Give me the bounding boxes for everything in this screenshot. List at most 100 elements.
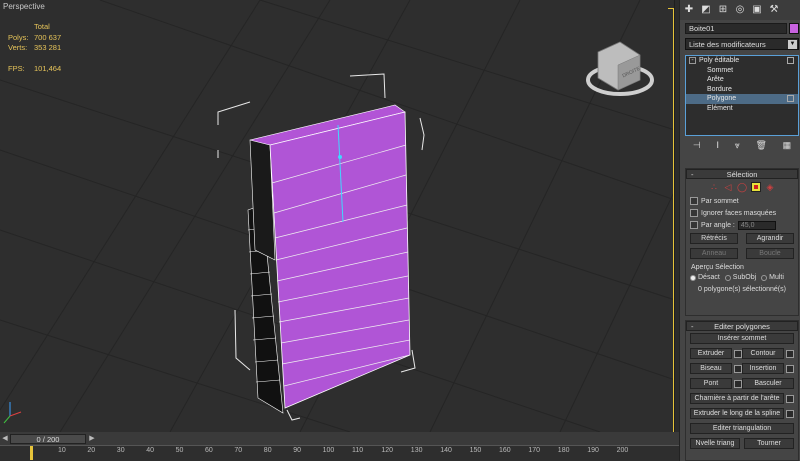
stack-item-element[interactable]: Elément [686,104,798,114]
vertex-mode-icon[interactable]: ∴ [709,182,719,192]
inset-button[interactable]: Insertion [742,363,784,374]
box-object[interactable] [247,104,411,414]
tick-label: 90 [293,447,301,454]
by-vertex-checkbox[interactable]: Par sommet [686,195,798,207]
selection-rollout-header[interactable]: - Sélection [686,169,798,179]
stack-item-label: Sommet [707,66,734,74]
tick-label: 60 [205,447,213,454]
show-end-result-icon[interactable]: Ⅰ [716,140,719,152]
stack-toggle-icon[interactable] [787,57,794,64]
stack-item-vertex[interactable]: Sommet [686,66,798,76]
hinge-settings-icon[interactable] [786,394,794,403]
shrink-button[interactable]: Rétrécis [690,233,738,244]
timeline[interactable]: ◀ 0 / 200 ▶ 10 20 30 40 50 60 70 80 90 100 110 120 1… [0,432,680,461]
chevron-down-icon[interactable]: ▼ [788,40,797,49]
preview-off-label: Désact [698,274,720,281]
ring-button[interactable]: Anneau [690,248,738,259]
preview-selection-label: Aperçu Sélection [691,264,744,271]
stack-item-label: Arête [707,76,724,83]
motion-tab-icon[interactable]: ◎ [733,3,747,17]
preview-selection-radios: Désact SubObj Multi [686,272,798,283]
angle-spinner[interactable]: 45,0 [737,220,776,230]
axis-tripod [3,402,22,424]
bevel-settings-icon[interactable] [734,364,742,373]
display-tab-icon[interactable]: ▣ [750,3,764,17]
stack-item-border[interactable]: Bordure [686,85,798,95]
stack-toggle-icon[interactable] [787,95,794,102]
collapse-icon[interactable]: - [689,57,696,64]
scene-canvas[interactable]: DROITE [0,0,675,432]
tick-label: 180 [557,447,570,454]
bevel-button[interactable]: Biseau [690,363,732,374]
selection-status: 0 polygone(s) sélectionné(s) [698,286,786,293]
bridge-button[interactable]: Pont [690,378,732,389]
track-bar[interactable] [0,445,680,461]
stack-tools: ⊣ Ⅰ ⩔ 🗑 ▦ [685,140,799,152]
pin-stack-icon[interactable]: ⊣ [693,140,701,152]
viewport-label[interactable]: Perspective [3,2,45,11]
by-angle-checkbox[interactable]: Par angle :45,0 [686,219,798,231]
edge-mode-icon[interactable]: ◁ [723,182,733,192]
turn-button[interactable]: Tourner [744,438,794,449]
object-color-swatch[interactable] [789,23,799,34]
element-mode-icon[interactable]: ◈ [765,182,775,192]
time-slider[interactable]: 0 / 200 [10,434,86,444]
border-mode-icon[interactable]: ◯ [737,182,747,192]
outline-settings-icon[interactable] [786,349,794,358]
make-unique-icon[interactable]: ⩔ [735,140,740,152]
edit-triangulation-button[interactable]: Editer triangulation [690,423,794,434]
tick-label: 40 [146,447,154,454]
time-marker[interactable] [30,446,33,460]
edit-polygons-header[interactable]: - Editer polygones [686,321,798,331]
grow-button[interactable]: Agrandir [746,233,794,244]
flip-button[interactable]: Basculer [742,378,794,389]
tick-label: 160 [499,447,511,454]
hinge-from-edge-button[interactable]: Charnière à partir de l'arête [690,393,784,404]
utilities-tab-icon[interactable]: ⚒ [767,3,781,17]
modifier-stack[interactable]: - Poly éditable Sommet Arête Bordure Pol… [685,55,799,136]
ignore-backfacing-checkbox[interactable]: Ignorer faces masquées [686,207,798,219]
command-panel-tabs: ✚ ◩ ⊞ ◎ ▣ ⚒ [680,0,800,20]
tick-label: 80 [263,447,272,454]
extrude-spline-settings-icon[interactable] [786,409,794,418]
insert-vertex-button[interactable]: Insérer sommet [690,333,794,344]
loop-button[interactable]: Boucle [746,248,794,259]
verts-value: 353 281 [34,43,62,52]
bridge-settings-icon[interactable] [734,379,742,388]
polys-label: Polys: [8,32,29,42]
preview-subobj-radio[interactable]: SubObj [724,274,756,281]
preview-off-radio[interactable]: Désact [690,274,720,281]
extrude-button[interactable]: Extruder [690,348,732,359]
stack-item-label: Polygone [707,95,737,102]
modifier-list-dropdown[interactable]: Liste des modificateurs ▼ [685,38,799,50]
tick-label: 170 [528,447,541,454]
scene-statistics: Total Polys: 700 637 Verts: 353 281 FPS: 10… [8,22,74,74]
perspective-viewport[interactable]: DROITE Perspective Total Polys: 700 637 V… [0,0,675,432]
retriangulate-button[interactable]: Nvelle triang [690,438,740,449]
stack-item-edge[interactable]: Arête [686,75,798,85]
outline-button[interactable]: Contour [742,348,784,359]
selection-rollout: - Sélection ∴ ◁ ◯ ◈ Par sommet Ignorer fa… [685,168,799,316]
preview-multi-radio[interactable]: Multi [761,274,784,281]
extrude-along-spline-button[interactable]: Extruder le long de la spline [690,408,784,419]
tick-label: 20 [87,447,96,454]
remove-modifier-icon[interactable]: 🗑 [755,140,766,152]
prev-frame-icon[interactable]: ◀ [0,434,10,444]
create-tab-icon[interactable]: ✚ [682,3,696,17]
polygon-mode-icon[interactable] [751,182,761,192]
configure-modifiers-icon[interactable]: ▦ [783,140,792,152]
object-name-field[interactable]: Boite01 [685,23,787,34]
stack-item-polygon[interactable]: Polygone [686,94,798,104]
next-frame-icon[interactable]: ▶ [87,434,97,444]
edit-polygons-rollout: - Editer polygones Insérer sommet Extrude… [685,320,799,461]
tick-label: 50 [175,447,184,454]
stack-item-label: Elément [707,104,733,112]
tick-label: 70 [234,447,243,454]
ignore-backfacing-label: Ignorer faces masquées [701,209,777,217]
tick-label: 110 [352,447,364,454]
stack-item-editable-poly[interactable]: - Poly éditable [686,56,798,66]
modify-tab-icon[interactable]: ◩ [699,3,713,17]
hierarchy-tab-icon[interactable]: ⊞ [716,3,730,17]
inset-settings-icon[interactable] [786,364,794,373]
extrude-settings-icon[interactable] [734,349,742,358]
